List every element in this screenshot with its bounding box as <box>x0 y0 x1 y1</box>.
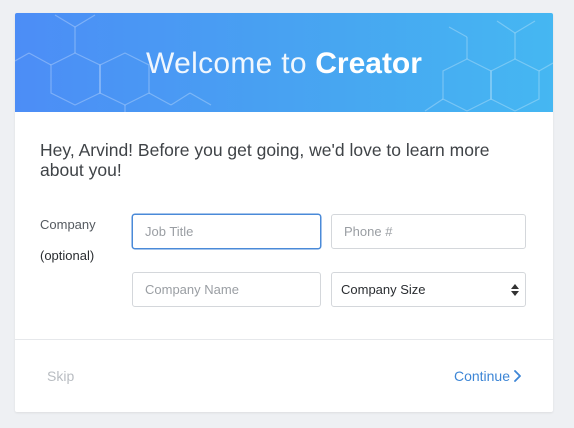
chevron-right-icon <box>514 370 521 382</box>
continue-button[interactable]: Continue <box>454 368 521 384</box>
intro-message: Hey, Arvind! Before you get going, we'd … <box>40 140 490 180</box>
footer-divider <box>15 339 553 340</box>
company-section-label: Company <box>40 217 96 232</box>
company-name-input[interactable] <box>132 272 321 307</box>
welcome-banner: Welcome to Creator <box>15 13 553 112</box>
company-section-optional-label: (optional) <box>40 248 95 263</box>
banner-title: Welcome to Creator <box>15 46 553 82</box>
continue-label: Continue <box>453 368 510 384</box>
banner-title-prefix: Welcome to <box>146 47 307 80</box>
skip-button[interactable]: Skip <box>47 368 74 384</box>
job-title-input[interactable] <box>132 214 321 249</box>
company-size-select[interactable]: Company Size <box>331 272 526 307</box>
phone-input[interactable] <box>331 214 526 249</box>
company-size-selected: Company Size <box>341 282 426 297</box>
welcome-dialog: Welcome to Creator Hey, Arvind! Before y… <box>15 13 553 412</box>
banner-title-brand: Creator <box>315 47 422 80</box>
select-updown-icon <box>511 284 519 296</box>
